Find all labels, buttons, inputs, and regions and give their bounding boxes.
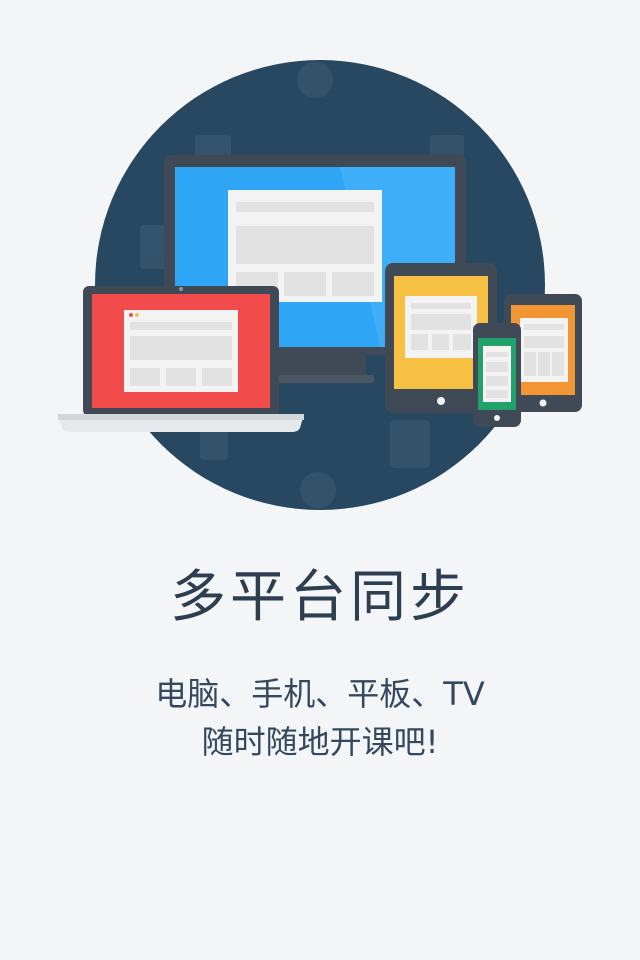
page-title: 多平台同步 [170,565,470,630]
page-subtitle: 电脑、手机、平板、TV 随时随地开课吧! [0,670,640,766]
onboarding-page: 多平台同步 电脑、手机、平板、TV 随时随地开课吧! [0,0,640,960]
phone-small-device [473,323,521,427]
laptop-device [58,286,304,432]
multi-device-illustration [58,60,582,510]
subtitle-line-1: 电脑、手机、平板、TV [155,675,485,713]
subtitle-line-2: 随时随地开课吧! [201,723,439,761]
